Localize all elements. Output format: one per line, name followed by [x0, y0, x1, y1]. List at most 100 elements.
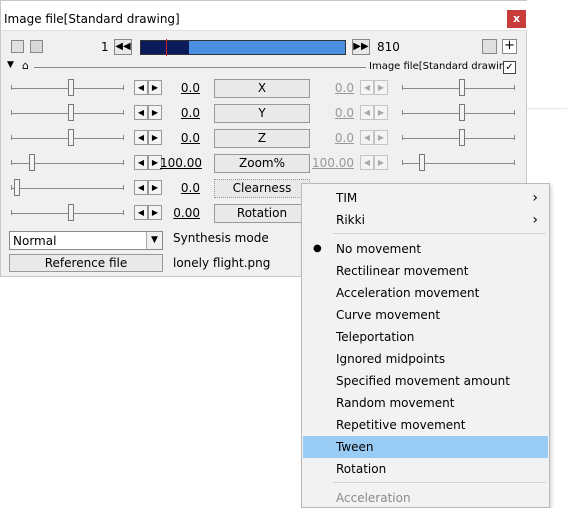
- end-slider-thumb[interactable]: [459, 79, 465, 96]
- enable-checkbox[interactable]: ✓: [503, 61, 516, 74]
- menu-item-rotation[interactable]: Rotation: [303, 458, 548, 480]
- menu-item-no-movement[interactable]: No movement ●: [303, 238, 548, 260]
- end-slider-track[interactable]: [402, 138, 514, 139]
- settings-icon[interactable]: [482, 39, 497, 54]
- decrement-button[interactable]: ◀: [134, 155, 148, 170]
- end-value[interactable]: 0.0: [312, 81, 354, 95]
- decrement-button[interactable]: ◀: [134, 205, 148, 220]
- menu-item-curve-movement[interactable]: Curve movement: [303, 304, 548, 326]
- end-increment-button[interactable]: ▶: [374, 105, 388, 120]
- end-increment-button[interactable]: ▶: [374, 80, 388, 95]
- menu-item-tween[interactable]: Tween: [303, 436, 548, 458]
- decrement-button[interactable]: ◀: [134, 80, 148, 95]
- slider-tick: [514, 110, 515, 115]
- start-value[interactable]: 0.0: [160, 106, 200, 120]
- param-button-clearness[interactable]: Clearness: [214, 179, 310, 198]
- end-decrement-button[interactable]: ◀: [360, 155, 374, 170]
- expand-arrow-icon[interactable]: ▼: [7, 60, 14, 70]
- slider-tick: [123, 185, 124, 190]
- decrement-button[interactable]: ◀: [134, 105, 148, 120]
- menu-item-label: Ignored midpoints: [336, 352, 446, 366]
- chevron-down-icon[interactable]: ▼: [146, 232, 162, 249]
- start-slider-track[interactable]: [11, 163, 123, 164]
- menu-item-acceleration-movement[interactable]: Acceleration movement: [303, 282, 548, 304]
- timeline-cursor[interactable]: [166, 39, 167, 56]
- menu-item-specified-movement-amount[interactable]: Specified movement amount: [303, 370, 548, 392]
- menu-item-tim[interactable]: TIM ›: [303, 187, 548, 209]
- slider-tick: [514, 135, 515, 140]
- end-slider-thumb[interactable]: [459, 104, 465, 121]
- prev-keyframe-button[interactable]: ◀◀: [114, 39, 132, 55]
- slider-tick: [402, 160, 403, 165]
- end-value[interactable]: 100.00: [312, 156, 354, 170]
- slider-tick: [11, 110, 12, 115]
- timeline-bar[interactable]: [140, 39, 346, 56]
- end-slider-track[interactable]: [402, 88, 514, 89]
- param-button-y[interactable]: Y: [214, 104, 310, 123]
- end-value[interactable]: 0.0: [312, 131, 354, 145]
- start-value[interactable]: 0.0: [160, 131, 200, 145]
- reference-file-button[interactable]: Reference file: [9, 254, 163, 272]
- slider-tick: [123, 160, 124, 165]
- menu-item-ignored-midpoints[interactable]: Ignored midpoints: [303, 348, 548, 370]
- end-slider-thumb[interactable]: [459, 129, 465, 146]
- end-increment-button[interactable]: ▶: [374, 130, 388, 145]
- start-slider-track[interactable]: [11, 188, 123, 189]
- end-value[interactable]: 0.0: [312, 106, 354, 120]
- end-decrement-button[interactable]: ◀: [360, 80, 374, 95]
- menu-item-random-movement[interactable]: Random movement: [303, 392, 548, 414]
- start-slider-thumb[interactable]: [68, 79, 74, 96]
- end-increment-button[interactable]: ▶: [374, 155, 388, 170]
- start-slider-track[interactable]: [11, 113, 123, 114]
- start-value[interactable]: 100.00: [160, 156, 202, 170]
- blend-mode-value: Normal: [13, 234, 57, 248]
- slider-tick: [11, 85, 12, 90]
- menu-item-label: Rotation: [336, 462, 387, 476]
- slider-tick: [123, 135, 124, 140]
- end-decrement-button[interactable]: ◀: [360, 130, 374, 145]
- start-slider-thumb[interactable]: [68, 129, 74, 146]
- start-value[interactable]: 0.0: [160, 81, 200, 95]
- window-title: Image file[Standard drawing]: [4, 12, 180, 26]
- menu-item-repetitive-movement[interactable]: Repetitive movement: [303, 414, 548, 436]
- menu-item-label: Teleportation: [336, 330, 415, 344]
- decrement-button[interactable]: ◀: [134, 180, 148, 195]
- blend-mode-select[interactable]: Normal ▼: [9, 231, 163, 250]
- param-button-z[interactable]: Z: [214, 129, 310, 148]
- param-button-x[interactable]: X: [214, 79, 310, 98]
- close-button[interactable]: x: [507, 10, 526, 28]
- next-keyframe-button[interactable]: ▶▶: [352, 39, 370, 55]
- menu-item-rectilinear-movement[interactable]: Rectilinear movement: [303, 260, 548, 282]
- menu-item-rikki[interactable]: Rikki ›: [303, 209, 548, 231]
- start-slider-thumb[interactable]: [14, 179, 20, 196]
- start-value[interactable]: 0.0: [160, 181, 200, 195]
- end-frame: 810: [377, 40, 400, 54]
- menu-item-label: Specified movement amount: [336, 374, 510, 388]
- slider-tick: [11, 160, 12, 165]
- param-button-zoom[interactable]: Zoom%: [214, 154, 310, 173]
- add-filter-icon[interactable]: +: [502, 39, 517, 54]
- end-slider-thumb[interactable]: [419, 154, 425, 171]
- start-slider-track[interactable]: [11, 138, 123, 139]
- start-slider-track[interactable]: [11, 88, 123, 89]
- start-slider-thumb[interactable]: [29, 154, 35, 171]
- param-button-rotation[interactable]: Rotation: [214, 204, 310, 223]
- end-slider-track[interactable]: [402, 113, 514, 114]
- camera-icon[interactable]: [11, 40, 24, 53]
- menu-item-teleportation[interactable]: Teleportation: [303, 326, 548, 348]
- end-decrement-button[interactable]: ◀: [360, 105, 374, 120]
- grid-icon[interactable]: [30, 40, 43, 53]
- start-slider-thumb[interactable]: [68, 104, 74, 121]
- movement-context-menu: TIM › Rikki › No movement ● Rectilinear moveme…: [301, 183, 550, 508]
- menu-item-label: Rectilinear movement: [336, 264, 469, 278]
- mouse-icon: ⌂: [22, 59, 29, 72]
- title-bar: Image file[Standard drawing] x: [1, 1, 528, 31]
- chevron-right-icon: ›: [532, 190, 538, 206]
- menu-item-label: Tween: [336, 440, 374, 454]
- decrement-button[interactable]: ◀: [134, 130, 148, 145]
- slider-tick: [514, 85, 515, 90]
- slider-tick: [123, 110, 124, 115]
- start-slider-track[interactable]: [11, 213, 123, 214]
- start-slider-thumb[interactable]: [68, 204, 74, 221]
- start-value[interactable]: 0.00: [160, 206, 200, 220]
